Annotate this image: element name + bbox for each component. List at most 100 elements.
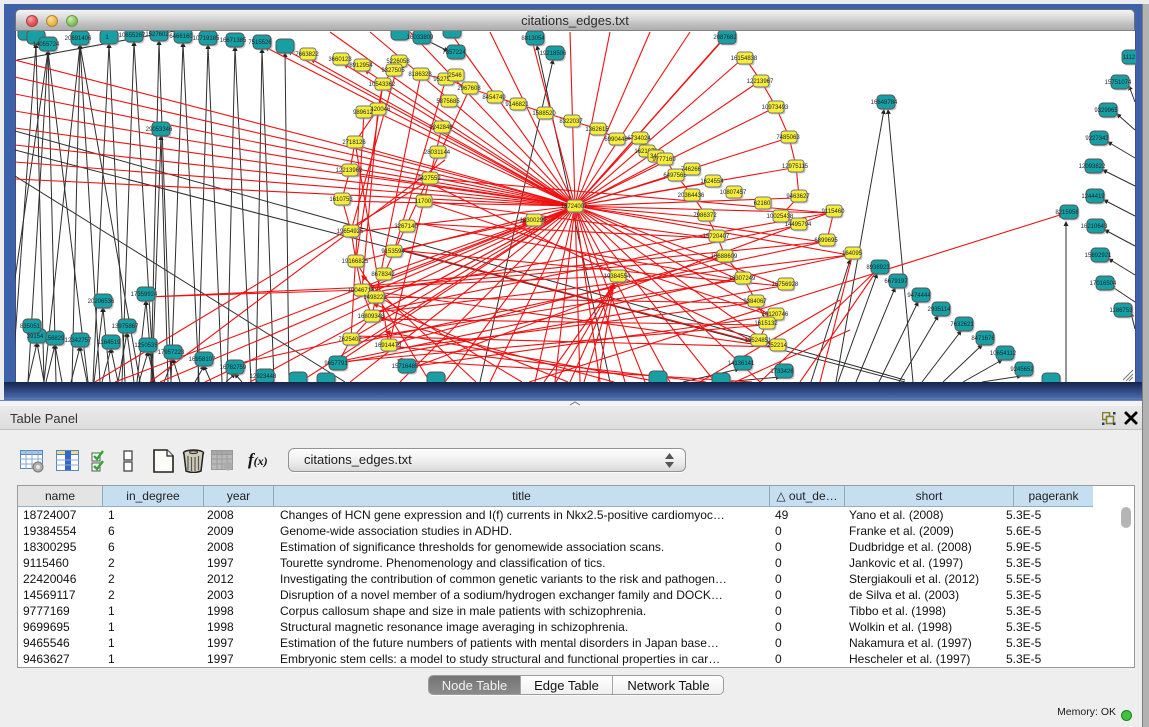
svg-text:19384554: 19384554 bbox=[604, 274, 631, 280]
svg-text:15716485: 15716485 bbox=[392, 364, 419, 370]
svg-text:12213962: 12213962 bbox=[336, 168, 363, 174]
svg-text:1624554: 1624554 bbox=[700, 179, 724, 185]
svg-text:10688609: 10688609 bbox=[711, 254, 738, 260]
svg-text:12213967: 12213967 bbox=[747, 79, 774, 85]
svg-text:14136141: 14136141 bbox=[728, 361, 755, 367]
svg-text:835051: 835051 bbox=[20, 324, 41, 330]
svg-text:1588520: 1588520 bbox=[532, 111, 556, 117]
svg-text:7632621: 7632621 bbox=[950, 322, 974, 328]
svg-text:1244419: 1244419 bbox=[1081, 194, 1105, 200]
svg-text:6734024: 6734024 bbox=[627, 136, 651, 142]
svg-text:2546: 2546 bbox=[448, 73, 462, 79]
svg-text:1610753: 1610753 bbox=[329, 197, 353, 203]
svg-text:16756928: 16756928 bbox=[772, 282, 799, 288]
svg-text:7485063: 7485063 bbox=[776, 135, 800, 141]
svg-text:9427552: 9427552 bbox=[417, 176, 441, 182]
svg-text:1250535: 1250535 bbox=[134, 343, 158, 349]
svg-text:7625402: 7625402 bbox=[338, 337, 362, 343]
svg-text:16648784: 16648784 bbox=[871, 100, 898, 106]
svg-text:1362615: 1362615 bbox=[585, 127, 609, 133]
svg-text:2967608: 2967608 bbox=[457, 86, 481, 92]
svg-text:2087682: 2087682 bbox=[713, 35, 737, 41]
svg-text:2718126: 2718126 bbox=[342, 140, 366, 146]
svg-text:1112: 1112 bbox=[1123, 55, 1136, 61]
svg-text:6497568: 6497568 bbox=[663, 173, 687, 179]
svg-text:746266: 746266 bbox=[681, 167, 702, 173]
svg-text:16809348: 16809348 bbox=[358, 314, 385, 320]
svg-text:9327505: 9327505 bbox=[381, 68, 405, 74]
svg-text:16914479: 16914479 bbox=[375, 343, 402, 349]
svg-text:17957223: 17957223 bbox=[158, 350, 185, 356]
svg-text:10654112: 10654112 bbox=[990, 351, 1017, 357]
svg-text:3267140: 3267140 bbox=[394, 224, 418, 230]
svg-text:7857224: 7857224 bbox=[442, 50, 466, 56]
svg-text:6679197: 6679197 bbox=[884, 279, 908, 285]
svg-text:7986372: 7986372 bbox=[693, 213, 717, 219]
svg-text:8813054: 8813054 bbox=[521, 36, 545, 42]
svg-text:17359924: 17359924 bbox=[131, 292, 158, 298]
svg-text:9242848: 9242848 bbox=[429, 125, 453, 131]
svg-text:12342757: 12342757 bbox=[65, 338, 92, 344]
svg-text:16782759: 16782759 bbox=[220, 365, 247, 371]
svg-text:20691406: 20691406 bbox=[65, 36, 92, 42]
svg-text:19654925: 19654925 bbox=[337, 229, 364, 235]
svg-text:1186753: 1186753 bbox=[1110, 308, 1134, 314]
svg-text:9115460: 9115460 bbox=[822, 209, 846, 215]
svg-text:8678342: 8678342 bbox=[371, 272, 395, 278]
svg-text:16154838: 16154838 bbox=[731, 56, 758, 62]
svg-text:16210643: 16210643 bbox=[1081, 224, 1108, 230]
svg-text:6466160: 6466160 bbox=[169, 34, 193, 40]
svg-text:10973493: 10973493 bbox=[762, 105, 789, 111]
svg-text:1527602: 1527602 bbox=[145, 32, 169, 38]
svg-text:9245652: 9245652 bbox=[1010, 367, 1034, 373]
svg-text:16958107: 16958107 bbox=[189, 357, 216, 363]
svg-text:10655267: 10655267 bbox=[119, 33, 146, 39]
svg-text:7515526: 7515526 bbox=[248, 40, 272, 46]
svg-text:9474444: 9474444 bbox=[907, 293, 931, 299]
svg-text:10719185: 10719185 bbox=[193, 36, 220, 42]
svg-text:8215958: 8215958 bbox=[1055, 210, 1079, 216]
svg-text:13975867: 13975867 bbox=[112, 324, 139, 330]
svg-text:8454749: 8454749 bbox=[482, 95, 506, 101]
svg-text:8322037: 8322037 bbox=[559, 119, 583, 125]
svg-text:164095: 164095 bbox=[842, 251, 863, 257]
svg-text:12975115: 12975115 bbox=[782, 164, 809, 170]
svg-text:1615132: 1615132 bbox=[754, 321, 778, 327]
svg-text:14495794: 14495794 bbox=[785, 222, 812, 228]
svg-text:15692921: 15692921 bbox=[1085, 253, 1112, 259]
svg-text:8186328: 8186328 bbox=[408, 72, 432, 78]
svg-text:18724007: 18724007 bbox=[561, 204, 588, 210]
svg-text:28031144: 28031144 bbox=[424, 150, 451, 156]
svg-text:18300295: 18300295 bbox=[520, 218, 547, 224]
svg-text:16671385: 16671385 bbox=[220, 38, 247, 44]
svg-text:2935114: 2935114 bbox=[928, 307, 952, 313]
svg-text:10807457: 10807457 bbox=[720, 190, 747, 196]
svg-text:6899695: 6899695 bbox=[814, 238, 838, 244]
svg-text:9329965: 9329965 bbox=[1094, 108, 1118, 114]
svg-text:8471676: 8471676 bbox=[971, 336, 995, 342]
svg-text:989612: 989612 bbox=[353, 110, 374, 116]
svg-text:1733426: 1733426 bbox=[770, 369, 794, 375]
svg-text:18307249: 18307249 bbox=[729, 276, 756, 282]
svg-text:19218506: 19218506 bbox=[540, 51, 567, 57]
svg-text:9227343: 9227343 bbox=[1085, 136, 1109, 142]
svg-text:9463627: 9463627 bbox=[786, 194, 810, 200]
svg-text:9384067: 9384067 bbox=[743, 299, 767, 305]
svg-text:1498222: 1498222 bbox=[363, 295, 387, 301]
svg-text:20206536: 20206536 bbox=[88, 299, 115, 305]
svg-text:6990448: 6990448 bbox=[604, 137, 628, 143]
svg-text:15751074: 15751074 bbox=[1105, 80, 1132, 86]
svg-text:19166825: 19166825 bbox=[342, 259, 369, 265]
svg-text:39154: 39154 bbox=[27, 334, 44, 340]
svg-text:17016504: 17016504 bbox=[1090, 281, 1117, 287]
svg-text:14055724: 14055724 bbox=[33, 42, 60, 48]
svg-text:1164519: 1164519 bbox=[98, 340, 122, 346]
svg-text:9657791: 9657791 bbox=[324, 361, 348, 367]
svg-text:252214: 252214 bbox=[767, 343, 788, 349]
svg-text:8912954: 8912954 bbox=[349, 63, 373, 69]
svg-text:12923448: 12923448 bbox=[250, 374, 277, 380]
svg-text:9777169: 9777169 bbox=[652, 157, 676, 163]
svg-text:9146821: 9146821 bbox=[505, 102, 529, 108]
svg-text:29053346: 29053346 bbox=[146, 127, 173, 133]
svg-text:10543362: 10543362 bbox=[369, 82, 396, 88]
